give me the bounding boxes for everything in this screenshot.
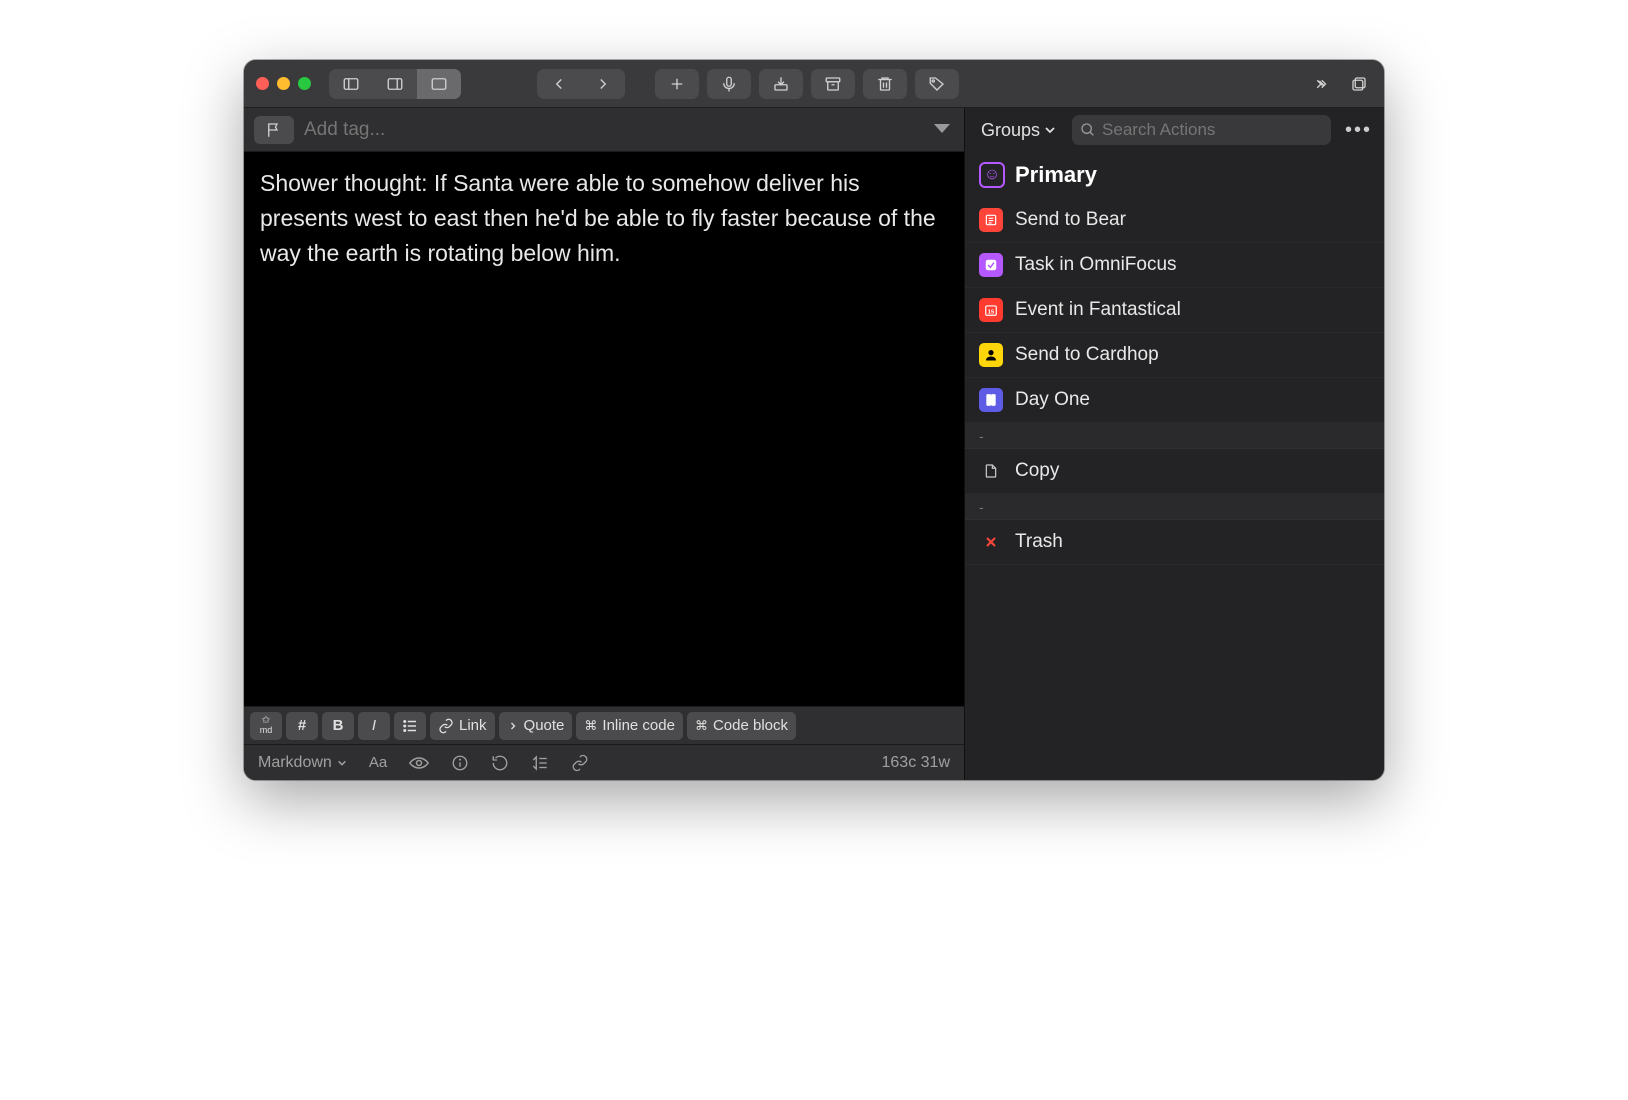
action-row[interactable]: Task in OmniFocus bbox=[965, 243, 1384, 288]
separator: - bbox=[965, 423, 1384, 449]
search-icon bbox=[1080, 122, 1096, 138]
svg-text:15: 15 bbox=[988, 310, 995, 316]
x-icon bbox=[979, 530, 1003, 554]
inline-code-label: Inline code bbox=[602, 717, 675, 734]
mode-label: Markdown bbox=[258, 754, 332, 772]
quote-button[interactable]: Quote bbox=[499, 712, 573, 740]
nav-group bbox=[537, 69, 625, 99]
actions-pane: Groups ••• ☺ Primary Send to Bear Task in… bbox=[964, 108, 1384, 780]
action-icon: 15 bbox=[979, 298, 1003, 322]
list-button[interactable] bbox=[394, 712, 426, 740]
action-label: Send to Cardhop bbox=[1015, 344, 1159, 366]
mode-selector[interactable]: Markdown bbox=[258, 754, 347, 772]
command-icon: ⌘ bbox=[695, 718, 708, 734]
tag-bar bbox=[244, 108, 964, 152]
action-row[interactable]: Send to Cardhop bbox=[965, 333, 1384, 378]
groups-label: Groups bbox=[981, 120, 1040, 141]
nav-forward-button[interactable] bbox=[581, 69, 625, 99]
doc-icon bbox=[979, 459, 1003, 483]
archive-button[interactable] bbox=[811, 69, 855, 99]
sidebar-toggle-group bbox=[329, 69, 461, 99]
new-button[interactable] bbox=[655, 69, 699, 99]
italic-button[interactable]: I bbox=[358, 712, 390, 740]
tag-dropdown[interactable] bbox=[930, 117, 954, 143]
link-status-button[interactable] bbox=[571, 754, 589, 772]
search-input[interactable] bbox=[1102, 120, 1323, 140]
sidebar-left-toggle[interactable] bbox=[329, 69, 373, 99]
char-word-count: 163c 31w bbox=[882, 754, 951, 772]
inbox-button[interactable] bbox=[759, 69, 803, 99]
separator: - bbox=[965, 494, 1384, 520]
code-block-button[interactable]: ⌘ Code block bbox=[687, 712, 796, 740]
copy-action[interactable]: Copy bbox=[965, 449, 1384, 494]
sidebar-none-toggle[interactable] bbox=[417, 69, 461, 99]
editor[interactable]: Shower thought: If Santa were able to so… bbox=[244, 152, 964, 706]
app-window: Shower thought: If Santa were able to so… bbox=[244, 60, 1384, 780]
action-label: Task in OmniFocus bbox=[1015, 254, 1177, 276]
tag-button[interactable] bbox=[915, 69, 959, 99]
action-row[interactable]: Send to Bear bbox=[965, 198, 1384, 243]
trash-button[interactable] bbox=[863, 69, 907, 99]
content: Shower thought: If Santa were able to so… bbox=[244, 108, 1384, 780]
search-actions[interactable] bbox=[1072, 115, 1331, 145]
trash-action[interactable]: Trash bbox=[965, 520, 1384, 565]
link-button[interactable]: Link bbox=[430, 712, 495, 740]
status-bar: Markdown Aa bbox=[244, 744, 964, 780]
action-icon bbox=[979, 343, 1003, 367]
titlebar bbox=[244, 60, 1384, 108]
nav-back-button[interactable] bbox=[537, 69, 581, 99]
format-bar: ✩md # B I Link Quote ⌘ Inline c bbox=[244, 706, 964, 744]
flag-button[interactable] bbox=[254, 116, 294, 144]
close-button[interactable] bbox=[256, 77, 269, 90]
group-icon: ☺ bbox=[979, 162, 1005, 188]
action-row[interactable]: 15 Event in Fantastical bbox=[965, 288, 1384, 333]
inline-code-button[interactable]: ⌘ Inline code bbox=[576, 712, 683, 740]
info-button[interactable] bbox=[451, 754, 469, 772]
actions-list: Send to Bear Task in OmniFocus 15 Event in … bbox=[965, 198, 1384, 780]
action-label: Day One bbox=[1015, 389, 1090, 411]
copy-label: Copy bbox=[1015, 460, 1059, 482]
editor-pane: Shower thought: If Santa were able to so… bbox=[244, 108, 964, 780]
action-label: Send to Bear bbox=[1015, 209, 1126, 231]
spacing-button[interactable] bbox=[531, 754, 549, 772]
sidebar-right-toggle[interactable] bbox=[373, 69, 417, 99]
font-button[interactable]: Aa bbox=[369, 754, 387, 771]
tag-input[interactable] bbox=[304, 119, 920, 141]
group-title: ☺ Primary bbox=[965, 152, 1384, 198]
group-title-label: Primary bbox=[1015, 162, 1097, 188]
link-label: Link bbox=[459, 717, 487, 734]
history-button[interactable] bbox=[491, 754, 509, 772]
actions-header: Groups ••• bbox=[965, 108, 1384, 152]
mic-button[interactable] bbox=[707, 69, 751, 99]
action-icon bbox=[979, 208, 1003, 232]
action-label: Event in Fantastical bbox=[1015, 299, 1181, 321]
more-button[interactable]: ••• bbox=[1341, 115, 1376, 146]
code-block-label: Code block bbox=[713, 717, 788, 734]
command-icon: ⌘ bbox=[584, 718, 597, 734]
overflow-button[interactable] bbox=[1306, 69, 1336, 99]
windows-icon[interactable] bbox=[1346, 69, 1372, 99]
action-icon bbox=[979, 253, 1003, 277]
zoom-button[interactable] bbox=[298, 77, 311, 90]
quote-label: Quote bbox=[524, 717, 565, 734]
markdown-star-button[interactable]: ✩md bbox=[250, 712, 282, 740]
minimize-button[interactable] bbox=[277, 77, 290, 90]
traffic-lights bbox=[256, 77, 311, 90]
action-row[interactable]: Day One bbox=[965, 378, 1384, 423]
trash-label: Trash bbox=[1015, 531, 1063, 553]
action-icon bbox=[979, 388, 1003, 412]
hash-button[interactable]: # bbox=[286, 712, 318, 740]
preview-button[interactable] bbox=[409, 756, 429, 770]
groups-dropdown[interactable]: Groups bbox=[975, 116, 1062, 145]
bold-button[interactable]: B bbox=[322, 712, 354, 740]
